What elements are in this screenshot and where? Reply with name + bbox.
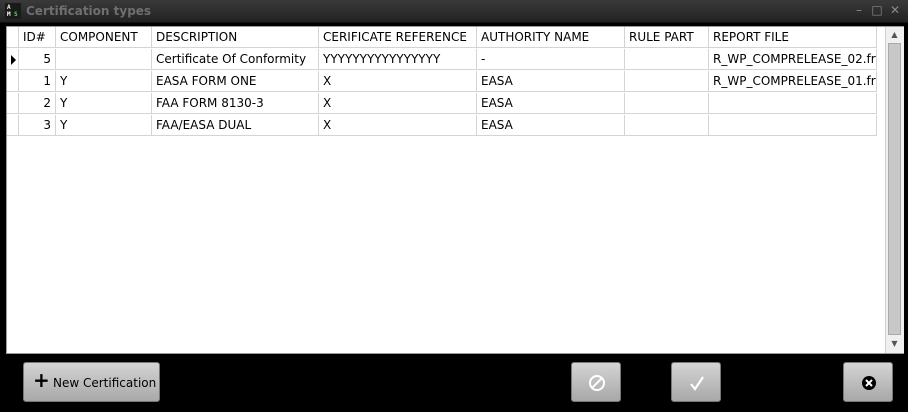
column-header-certificate-reference[interactable]: CERIFICATE REFERENCE: [319, 27, 477, 48]
cell-id[interactable]: 5: [19, 49, 56, 70]
title-bar: A M S Certification types – □ ✕: [0, 0, 908, 23]
cell-report-file[interactable]: [709, 93, 877, 114]
vertical-scrollbar[interactable]: ▲ ▼: [885, 27, 904, 353]
scroll-thumb[interactable]: [888, 43, 901, 335]
column-header-authority-name[interactable]: AUTHORITY NAME: [477, 27, 625, 48]
cancel-button[interactable]: [571, 362, 621, 402]
cell-rule-part[interactable]: [625, 49, 709, 70]
cell-description[interactable]: FAA FORM 8130-3: [152, 93, 319, 114]
row-indicator[interactable]: [7, 115, 19, 136]
row-indicator[interactable]: [7, 49, 19, 70]
minimize-icon[interactable]: –: [852, 3, 866, 17]
cell-id[interactable]: 1: [19, 71, 56, 92]
cell-report-file[interactable]: R_WP_COMPRELEASE_01.fr3: [709, 71, 877, 92]
cell-description[interactable]: Certificate Of Conformity: [152, 49, 319, 70]
cell-component[interactable]: [56, 49, 152, 70]
row-indicator[interactable]: [7, 93, 19, 114]
cell-description[interactable]: EASA FORM ONE: [152, 71, 319, 92]
confirm-button[interactable]: [671, 362, 721, 402]
cell-certificate-reference[interactable]: X: [319, 115, 477, 136]
scroll-up-icon[interactable]: ▲: [886, 27, 903, 43]
maximize-icon[interactable]: □: [870, 3, 884, 17]
bottom-toolbar: + New Certification: [6, 355, 902, 407]
cell-authority-name[interactable]: EASA: [477, 71, 625, 92]
window-title: Certification types: [26, 4, 152, 18]
cell-component[interactable]: Y: [56, 115, 152, 136]
plus-icon: +: [33, 368, 50, 392]
indicator-header: [7, 27, 19, 48]
app-logo: A M S: [5, 3, 21, 19]
logo-letter-m: M: [7, 11, 11, 18]
close-button[interactable]: [843, 362, 893, 402]
cell-component[interactable]: Y: [56, 71, 152, 92]
cell-rule-part[interactable]: [625, 93, 709, 114]
column-header-component[interactable]: COMPONENT: [56, 27, 152, 48]
close-circle-icon: [862, 376, 876, 390]
cell-id[interactable]: 3: [19, 115, 56, 136]
cell-rule-part[interactable]: [625, 115, 709, 136]
scroll-down-icon[interactable]: ▼: [886, 336, 903, 352]
logo-letter-a: A: [7, 4, 11, 11]
cell-rule-part[interactable]: [625, 71, 709, 92]
cell-description[interactable]: FAA/EASA DUAL: [152, 115, 319, 136]
cell-certificate-reference[interactable]: YYYYYYYYYYYYYYYY: [319, 49, 477, 70]
close-window-icon[interactable]: ✕: [888, 3, 902, 17]
cell-certificate-reference[interactable]: X: [319, 93, 477, 114]
column-header-rule-part[interactable]: RULE PART: [625, 27, 709, 48]
check-icon: [690, 376, 704, 391]
row-indicator[interactable]: [7, 71, 19, 92]
current-row-pointer-icon: [11, 55, 16, 65]
column-header-description[interactable]: DESCRIPTION: [152, 27, 319, 48]
cell-component[interactable]: Y: [56, 93, 152, 114]
no-entry-icon: [589, 375, 605, 391]
column-header-id[interactable]: ID#: [19, 27, 56, 48]
cell-certificate-reference[interactable]: X: [319, 71, 477, 92]
new-certification-button[interactable]: + New Certification: [23, 362, 160, 402]
cell-authority-name[interactable]: EASA: [477, 115, 625, 136]
cell-report-file[interactable]: R_WP_COMPRELEASE_02.fr3: [709, 49, 877, 70]
column-header-report-file[interactable]: REPORT FILE: [709, 27, 877, 48]
new-certification-label: New Certification: [53, 376, 157, 390]
cell-report-file[interactable]: [709, 115, 877, 136]
certification-grid: ID# COMPONENT DESCRIPTION CERIFICATE REF…: [7, 27, 885, 353]
cell-id[interactable]: 2: [19, 93, 56, 114]
cell-authority-name[interactable]: -: [477, 49, 625, 70]
cell-authority-name[interactable]: EASA: [477, 93, 625, 114]
grid-frame: ID# COMPONENT DESCRIPTION CERIFICATE REF…: [6, 26, 904, 354]
logo-letter-s: S: [14, 11, 18, 18]
